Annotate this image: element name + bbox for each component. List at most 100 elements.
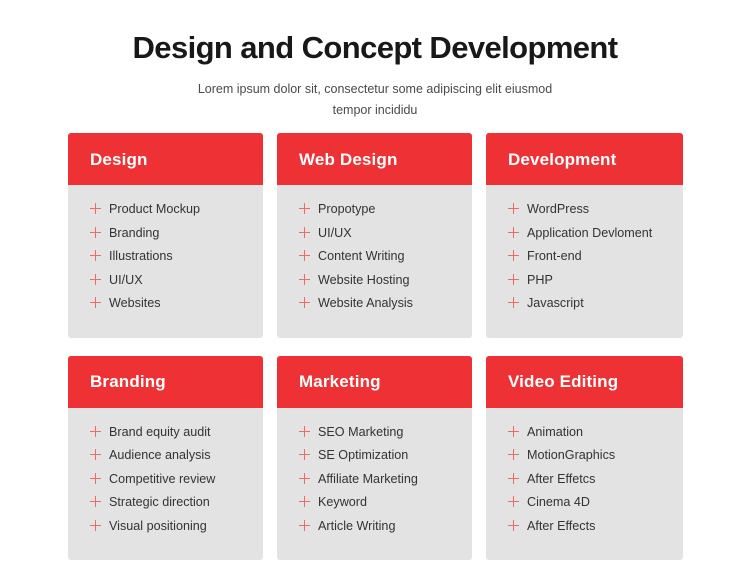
service-card-header: Video Editing xyxy=(486,355,683,408)
plus-icon xyxy=(508,203,519,214)
plus-icon xyxy=(299,496,310,507)
list-item[interactable]: MotionGraphics xyxy=(486,448,683,472)
service-card-body: Brand equity audit Audience analysis Compe… xyxy=(68,408,263,561)
feature-label: Affiliate Marketing xyxy=(318,471,418,486)
feature-label: Websites xyxy=(109,296,161,310)
feature-label: Javascript xyxy=(527,296,584,310)
feature-label: SE Optimization xyxy=(318,448,409,462)
plus-icon xyxy=(90,203,101,214)
list-item[interactable]: Content Writing xyxy=(277,249,472,273)
plus-icon xyxy=(508,496,519,507)
list-item[interactable]: UI/UX xyxy=(68,273,263,297)
list-item[interactable]: SE Optimization xyxy=(277,448,472,472)
list-item[interactable]: After Effects xyxy=(486,519,683,543)
plus-icon xyxy=(299,250,310,261)
service-card-body: SEO Marketing SE Optimization Affiliate Ma… xyxy=(277,408,472,561)
feature-list: WordPress Application Devloment Front-end P… xyxy=(486,202,683,320)
service-card: Marketing SEO Marketing SE Optimization Aff… xyxy=(277,355,472,561)
list-item[interactable]: WordPress xyxy=(486,202,683,226)
feature-label: PHP xyxy=(527,272,553,287)
plus-icon xyxy=(299,273,310,285)
feature-label: SEO Marketing xyxy=(318,424,404,439)
plus-icon xyxy=(508,250,519,261)
feature-label: Article Writing xyxy=(318,518,396,533)
list-item[interactable]: Strategic direction xyxy=(68,495,263,519)
plus-icon xyxy=(90,297,101,308)
plus-icon xyxy=(299,449,310,460)
list-item[interactable]: Animation xyxy=(486,425,683,449)
list-item[interactable]: PHP xyxy=(486,273,683,297)
list-item[interactable]: After Effetcs xyxy=(486,472,683,496)
plus-icon xyxy=(508,226,519,238)
feature-label: Competitive review xyxy=(109,471,216,486)
service-card-title: Marketing xyxy=(299,372,381,391)
list-item[interactable]: Brand equity audit xyxy=(68,425,263,449)
list-item[interactable]: Javascript xyxy=(486,296,683,320)
plus-icon xyxy=(508,273,519,285)
service-card-body: WordPress Application Devloment Front-end P… xyxy=(486,185,683,338)
service-card-body: Animation MotionGraphics After Effetcs Cine… xyxy=(486,408,683,561)
plus-icon xyxy=(90,425,101,437)
feature-label: Animation xyxy=(527,424,584,439)
list-item[interactable]: Front-end xyxy=(486,249,683,273)
list-item[interactable]: Website Analysis xyxy=(277,296,472,320)
list-item[interactable]: Visual positioning xyxy=(68,519,263,543)
list-item[interactable]: UI/UX xyxy=(277,226,472,250)
list-item[interactable]: Product Mockup xyxy=(68,202,263,226)
plus-icon xyxy=(299,425,310,437)
list-item[interactable]: SEO Marketing xyxy=(277,425,472,449)
service-card: Video Editing Animation MotionGraphics Afte… xyxy=(486,355,683,561)
list-item[interactable]: Branding xyxy=(68,226,263,250)
list-item[interactable]: Propotype xyxy=(277,202,472,226)
feature-list: SEO Marketing SE Optimization Affiliate Ma… xyxy=(277,425,472,543)
feature-label: Product Mockup xyxy=(109,202,200,216)
service-card: Development WordPress Application Devlomen… xyxy=(486,133,683,338)
feature-label: Website Hosting xyxy=(318,272,410,287)
list-item[interactable]: Competitive review xyxy=(68,472,263,496)
page-header: Design and Concept Development Lorem ips… xyxy=(0,0,750,122)
feature-label: Application Devloment xyxy=(527,225,653,240)
list-item[interactable]: Article Writing xyxy=(277,519,472,543)
service-card-header: Development xyxy=(486,133,683,185)
list-item[interactable]: Audience analysis xyxy=(68,448,263,472)
service-card-title: Design xyxy=(90,149,148,169)
plus-icon xyxy=(90,496,101,507)
list-item[interactable]: Cinema 4D xyxy=(486,495,683,519)
feature-label: MotionGraphics xyxy=(527,448,616,462)
page-subtitle: Lorem ipsum dolor sit, consectetur some … xyxy=(197,81,553,118)
feature-label: Content Writing xyxy=(318,249,405,263)
plus-icon xyxy=(90,519,101,531)
plus-icon xyxy=(299,519,310,531)
feature-label: Front-end xyxy=(527,249,582,263)
plus-icon xyxy=(508,425,519,437)
service-card-title: Branding xyxy=(90,372,166,391)
feature-label: Cinema 4D xyxy=(527,495,590,509)
feature-label: UI/UX xyxy=(109,272,143,287)
service-card-title: Web Design xyxy=(299,149,398,169)
plus-icon xyxy=(299,297,310,308)
feature-label: Visual positioning xyxy=(109,518,207,533)
plus-icon xyxy=(508,519,519,531)
service-card-title: Video Editing xyxy=(508,372,619,391)
feature-label: Brand equity audit xyxy=(109,424,211,439)
list-item[interactable]: Application Devloment xyxy=(486,226,683,250)
list-item[interactable]: Keyword xyxy=(277,495,472,519)
plus-icon xyxy=(508,449,519,460)
feature-label: Keyword xyxy=(318,495,367,509)
service-card-body: Propotype UI/UX Content Writing Website Hos… xyxy=(277,185,472,338)
service-card-header: Design xyxy=(68,133,263,185)
feature-list: Animation MotionGraphics After Effetcs Cine… xyxy=(486,425,683,543)
list-item[interactable]: Affiliate Marketing xyxy=(277,472,472,496)
list-item[interactable]: Illustrations xyxy=(68,249,263,273)
feature-label: Branding xyxy=(109,225,160,240)
list-item[interactable]: Websites xyxy=(68,296,263,320)
service-card: Design Product Mockup Branding Illustration… xyxy=(68,133,263,338)
plus-icon xyxy=(90,250,101,261)
service-card: Branding Brand equity audit Audience analy… xyxy=(68,355,263,561)
feature-list: Brand equity audit Audience analysis Compe… xyxy=(68,425,263,543)
service-card-header: Branding xyxy=(68,355,263,408)
feature-label: After Effetcs xyxy=(527,471,596,486)
service-card-header: Web Design xyxy=(277,133,472,185)
feature-label: Audience analysis xyxy=(109,448,211,462)
list-item[interactable]: Website Hosting xyxy=(277,273,472,297)
